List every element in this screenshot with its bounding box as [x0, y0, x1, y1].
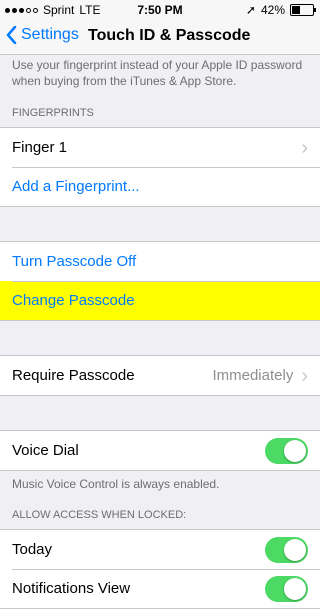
touch-id-description: Use your fingerprint instead of your App… — [12, 58, 303, 88]
allow-access-header: ALLOW ACCESS WHEN LOCKED: — [12, 509, 187, 521]
require-passcode-group: Require Passcode Immediately › — [0, 355, 320, 396]
page-title: Touch ID & Passcode — [88, 27, 251, 44]
require-passcode-row[interactable]: Require Passcode Immediately › — [0, 356, 320, 395]
status-right: ➚ 42% — [245, 3, 316, 17]
voice-dial-footer: Music Voice Control is always enabled. — [12, 477, 220, 491]
location-icon: ➚ — [245, 3, 256, 17]
voice-dial-group: Voice Dial — [0, 430, 320, 471]
turn-passcode-off-label: Turn Passcode Off — [12, 253, 137, 270]
add-fingerprint-label: Add a Fingerprint... — [12, 178, 140, 195]
status-bar: Sprint LTE 7:50 PM ➚ 42% — [0, 0, 320, 20]
finger-1-label: Finger 1 — [12, 139, 68, 156]
battery-icon — [290, 4, 316, 16]
require-passcode-label: Require Passcode — [12, 367, 135, 384]
battery-percent: 42% — [260, 3, 285, 17]
back-button[interactable]: Settings — [6, 26, 79, 44]
battery-fill — [292, 6, 300, 14]
chevron-right-icon: › — [301, 136, 308, 159]
notifications-view-label: Notifications View — [12, 580, 131, 597]
voice-dial-toggle[interactable] — [265, 437, 308, 464]
passcode-group: Turn Passcode Off Change Passcode — [0, 241, 320, 321]
voice-dial-label: Voice Dial — [12, 442, 79, 459]
back-button-label: Settings — [21, 26, 79, 43]
turn-passcode-off-button[interactable]: Turn Passcode Off — [0, 242, 320, 281]
settings-content: Use your fingerprint instead of your App… — [0, 55, 320, 609]
finger-1-row[interactable]: Finger 1 › — [0, 128, 320, 167]
today-label: Today — [12, 541, 53, 558]
today-toggle[interactable] — [265, 536, 308, 563]
change-passcode-label: Change Passcode — [12, 292, 135, 309]
chevron-right-icon: › — [301, 364, 308, 387]
locked-access-group: Today Notifications View — [0, 529, 320, 609]
notifications-view-row: Notifications View — [0, 569, 320, 608]
chevron-left-icon — [6, 26, 17, 44]
navigation-bar: Settings Touch ID & Passcode — [0, 20, 320, 55]
notifications-view-toggle[interactable] — [265, 575, 308, 602]
voice-dial-row: Voice Dial — [0, 431, 320, 470]
add-fingerprint-button[interactable]: Add a Fingerprint... — [0, 167, 320, 206]
fingerprints-header: FINGERPRINTS — [12, 107, 94, 119]
today-row: Today — [0, 530, 320, 569]
fingerprints-group: Finger 1 › Add a Fingerprint... — [0, 127, 320, 207]
change-passcode-button[interactable]: Change Passcode — [0, 281, 320, 320]
require-passcode-value: Immediately — [212, 367, 294, 384]
